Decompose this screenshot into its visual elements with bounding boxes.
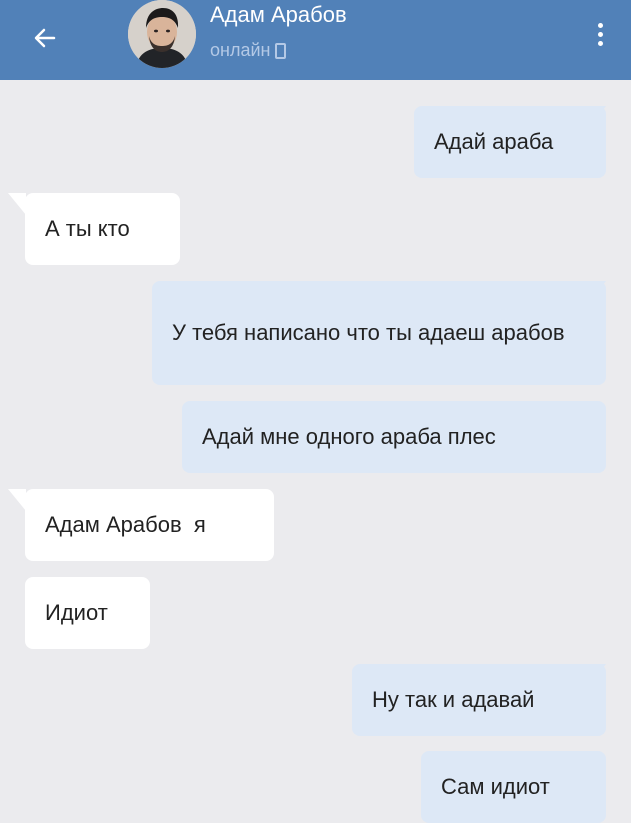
message-text: Адай араба xyxy=(434,129,554,154)
message-text: Идиот xyxy=(45,600,108,625)
mobile-phone-icon xyxy=(275,42,287,59)
online-status: онлайн xyxy=(210,40,287,61)
bubble-tail xyxy=(8,489,26,511)
message-outgoing[interactable]: Адай араба xyxy=(414,106,606,178)
message-outgoing[interactable]: У тебя написано что ты адаеш арабов xyxy=(152,281,606,385)
message-outgoing[interactable]: Адай мне одного араба плес xyxy=(182,401,606,473)
arrow-left-icon xyxy=(34,28,56,48)
menu-button[interactable] xyxy=(588,14,612,54)
avatar[interactable] xyxy=(128,0,196,68)
message-text: Ну так и адавай xyxy=(372,687,535,712)
message-text: Адай мне одного араба плес xyxy=(202,424,496,449)
chat-header: Адам Арабов онлайн xyxy=(0,0,631,80)
message-text: Сам идиот xyxy=(441,774,550,799)
more-vertical-icon xyxy=(597,22,603,28)
bubble-tail xyxy=(8,193,26,215)
back-button[interactable] xyxy=(26,18,66,58)
online-status-label: онлайн xyxy=(210,40,271,60)
contact-name[interactable]: Адам Арабов xyxy=(210,2,347,28)
message-incoming[interactable]: Адам Арабов я xyxy=(25,489,274,561)
message-text: У тебя написано что ты адаеш арабов xyxy=(172,320,565,345)
message-outgoing[interactable]: Ну так и адавай xyxy=(352,664,606,736)
message-text: Адам Арабов я xyxy=(45,512,206,537)
message-incoming[interactable]: А ты кто xyxy=(25,193,180,265)
message-text: А ты кто xyxy=(45,216,130,241)
message-outgoing[interactable]: Сам идиот xyxy=(421,751,606,823)
message-incoming[interactable]: Идиот xyxy=(25,577,150,649)
